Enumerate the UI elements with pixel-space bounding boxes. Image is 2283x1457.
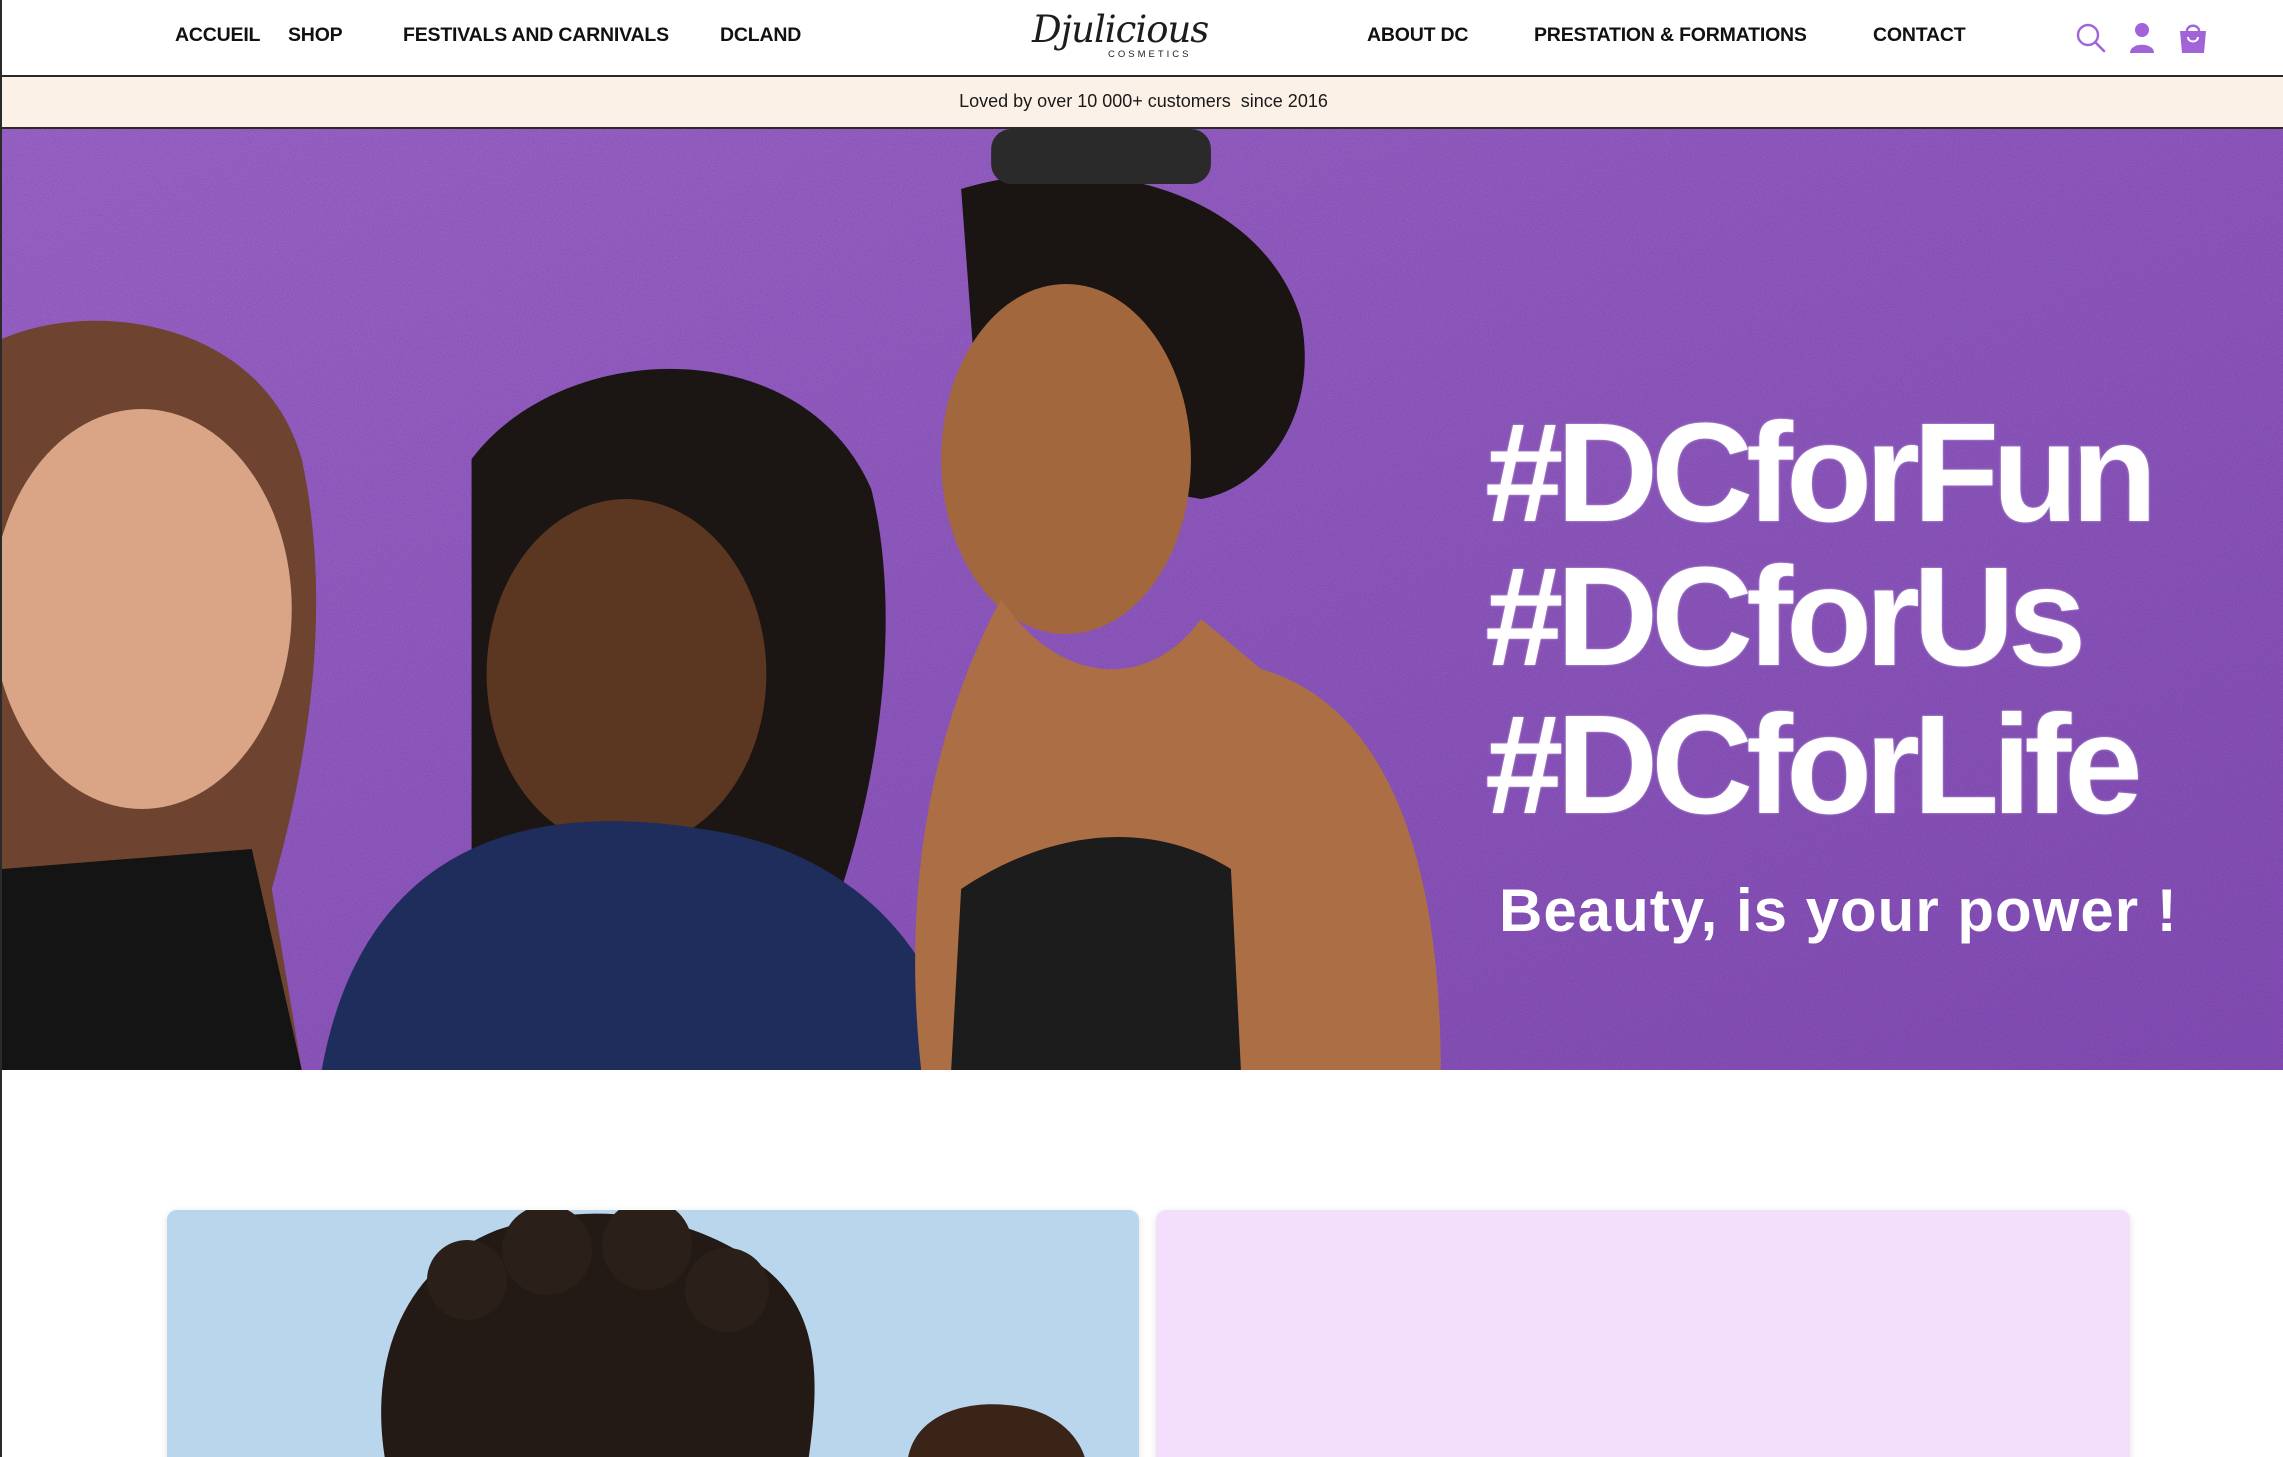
nav-festivals-and-carnivals[interactable]: FESTIVALS AND CARNIVALS xyxy=(403,24,669,47)
nav-shop[interactable]: SHOP xyxy=(288,24,343,47)
search-icon[interactable] xyxy=(2073,20,2109,56)
brand-logo[interactable]: Djulicious COSMETICS xyxy=(1032,8,1209,66)
nav-contact[interactable]: CONTACT xyxy=(1873,24,1966,47)
announcement-bar: Loved by over 10 000+ customers since 20… xyxy=(0,77,2283,129)
nav-prestation-formations[interactable]: PRESTATION & FORMATIONS xyxy=(1534,24,1807,47)
logo-wordmark: Djulicious xyxy=(1032,8,1209,51)
logo-subtitle: COSMETICS xyxy=(1108,49,1192,60)
hero-tagline: Beauty, is your power ! xyxy=(1499,877,2178,944)
hashtag-dc-for-us: #DCforUs xyxy=(1485,537,2086,695)
account-icon[interactable] xyxy=(2124,20,2160,56)
nav-about-dc[interactable]: ABOUT DC xyxy=(1367,24,1469,47)
cart-icon[interactable] xyxy=(2175,20,2211,56)
featured-photo-card[interactable] xyxy=(167,1210,1139,1457)
hashtag-dc-for-fun: #DCforFun xyxy=(1485,393,2157,551)
featured-photo xyxy=(167,1210,1139,1457)
page-left-border xyxy=(0,1070,2,1457)
site-header: ACCUEIL SHOP FESTIVALS AND CARNIVALS DCL… xyxy=(0,0,2283,77)
nav-accueil[interactable]: ACCUEIL xyxy=(175,24,260,47)
promo-card[interactable] xyxy=(1156,1210,2130,1457)
hashtag-dc-for-life: #DCforLife xyxy=(1485,685,2143,843)
hero-banner[interactable]: #DCforFun #DCforUs #DCforLife Beauty, is… xyxy=(0,129,2283,1070)
announcement-text: Loved by over 10 000+ customers since 20… xyxy=(959,91,1328,111)
nav-dcland[interactable]: DCLAND xyxy=(720,24,801,47)
